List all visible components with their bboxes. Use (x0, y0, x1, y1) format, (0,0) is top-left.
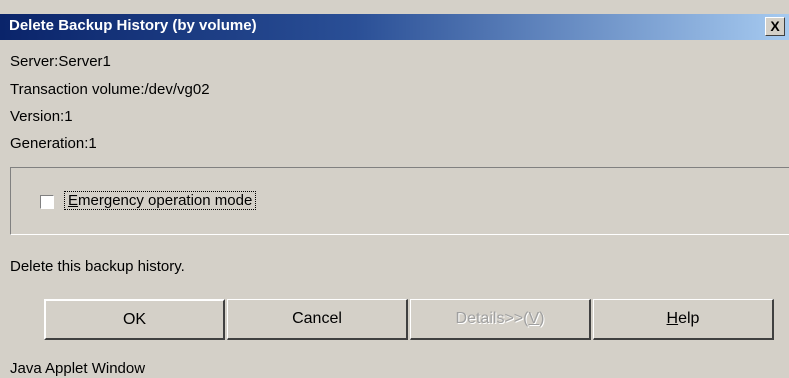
cancel-button[interactable]: Cancel (227, 299, 408, 340)
close-button[interactable]: X (765, 17, 785, 36)
delete-backup-history-dialog: Delete Backup History (by volume) X Serv… (0, 0, 789, 378)
details-button[interactable]: Details>>(V) (410, 299, 591, 340)
details-mnemonic: V (528, 310, 540, 327)
emergency-mode-label-text: mergency operation mode (78, 192, 253, 209)
transaction-volume-label: Transaction volume:/dev/vg02 (10, 81, 210, 98)
close-icon: X (770, 18, 780, 34)
server-label: Server:Server1 (10, 53, 111, 70)
generation-label: Generation:1 (10, 135, 97, 152)
emergency-mode-checkbox[interactable] (40, 195, 54, 209)
details-label-suffix: ) (539, 310, 545, 327)
details-label-prefix: Details>>( (455, 310, 529, 327)
emergency-mode-mnemonic: E (68, 192, 79, 209)
help-mnemonic: H (666, 310, 679, 327)
emergency-mode-label[interactable]: Emergency operation mode (64, 191, 257, 210)
title-bar[interactable]: Delete Backup History (by volume) X (0, 14, 789, 40)
ok-button[interactable]: OK (44, 299, 225, 340)
confirmation-message: Delete this backup history. (10, 258, 185, 275)
help-label-text: elp (678, 310, 700, 327)
window-title: Delete Backup History (by volume) (9, 17, 257, 34)
version-label: Version:1 (10, 108, 73, 125)
help-button[interactable]: Help (593, 299, 774, 340)
applet-window-footer: Java Applet Window (10, 360, 146, 377)
